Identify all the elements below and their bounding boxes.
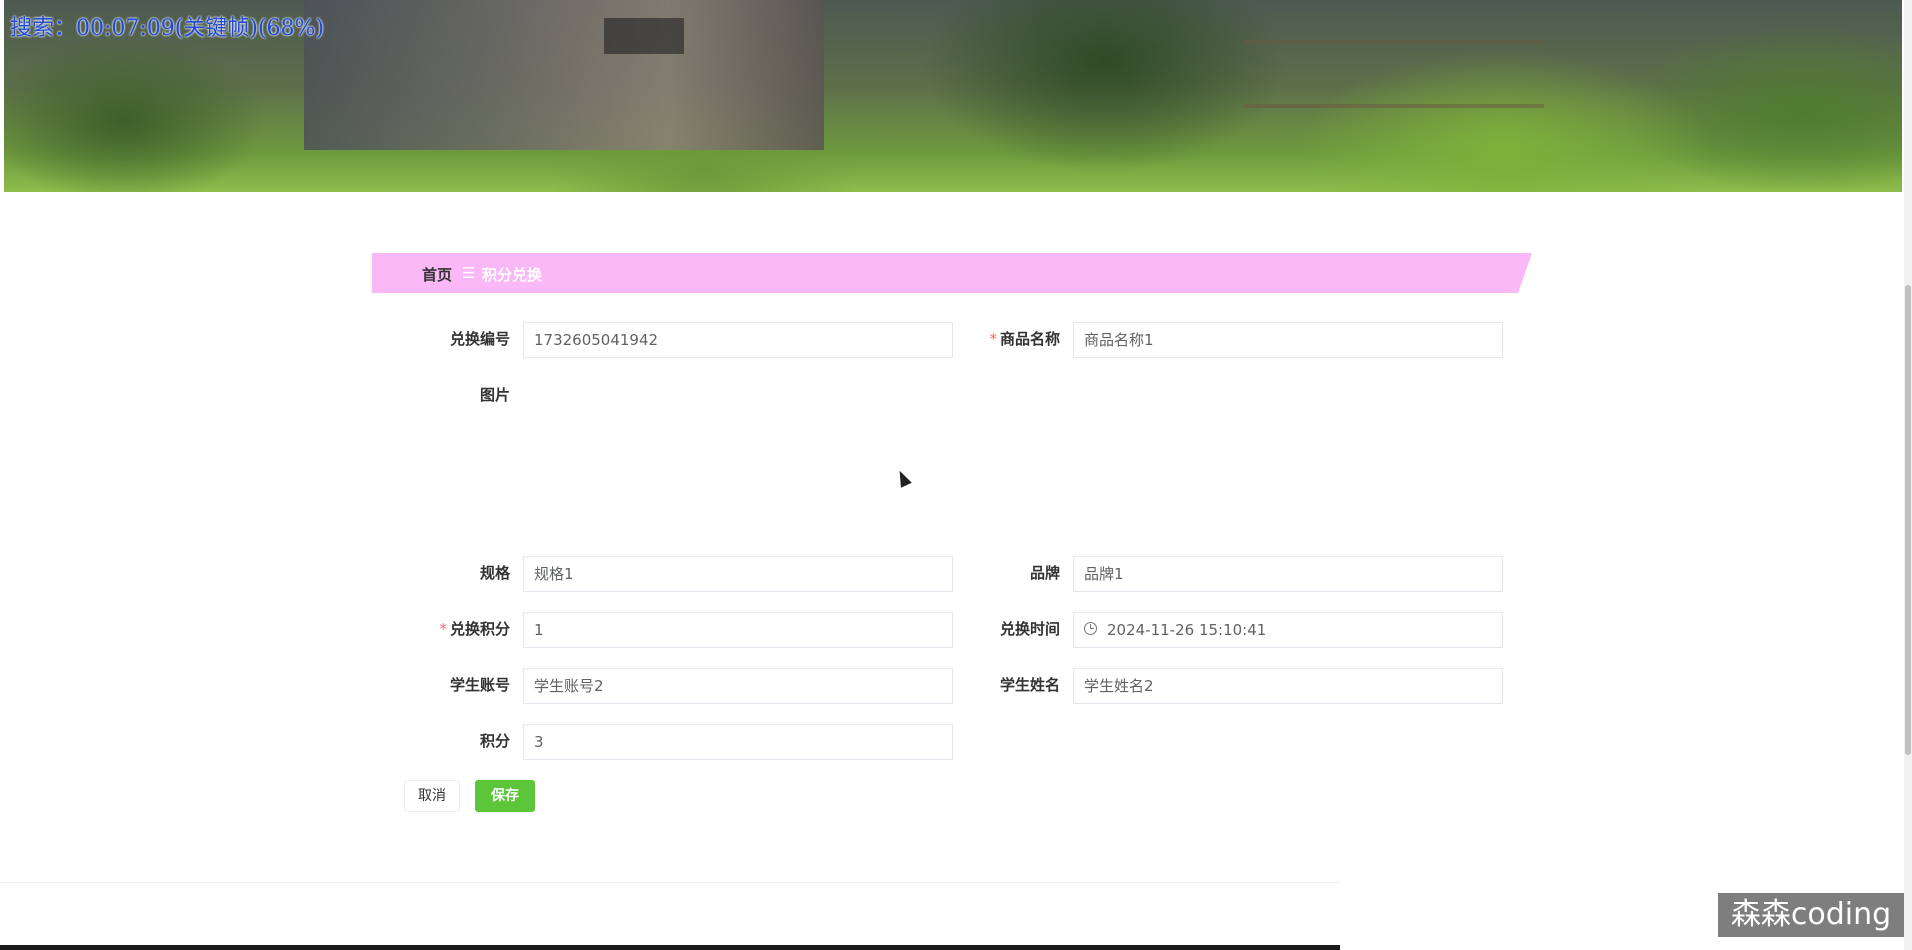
student-name-field[interactable]: 学生姓名2	[1073, 668, 1503, 704]
cancel-button[interactable]: 取消	[404, 780, 460, 812]
image-label: 图片	[479, 386, 510, 404]
watermark-label: 森森coding	[1718, 893, 1904, 937]
brand-field[interactable]: 品牌1	[1073, 556, 1503, 592]
banner-fence	[1244, 40, 1544, 108]
breadcrumb-current: 积分兑换	[482, 266, 543, 284]
points-used-field[interactable]: 1	[523, 612, 953, 648]
product-name-field[interactable]: 商品名称1	[1073, 322, 1503, 358]
save-button[interactable]: 保存	[475, 780, 535, 812]
clock-icon	[1084, 622, 1097, 635]
banner-building	[304, 0, 824, 150]
student-account-label: 学生账号	[449, 676, 510, 694]
exchange-no-field[interactable]: 1732605041942	[523, 322, 953, 358]
student-account-field[interactable]: 学生账号2	[523, 668, 953, 704]
exchange-time-value: 2024-11-26 15:10:41	[1107, 621, 1267, 639]
exchange-time-label: 兑换时间	[999, 620, 1060, 638]
points-used-label: * 兑换积分	[439, 620, 510, 638]
breadcrumb-bar	[372, 253, 1532, 293]
banner-roof	[604, 18, 684, 54]
spec-field[interactable]: 规格1	[523, 556, 953, 592]
footer-bar	[0, 945, 1340, 950]
footer-divider	[0, 882, 1340, 883]
exchange-time-field[interactable]: 2024-11-26 15:10:41	[1073, 612, 1503, 648]
video-search-overlay: 搜索：00:07:09(关键帧)(68%)	[10, 16, 325, 41]
required-mark: *	[439, 620, 447, 638]
points-label: 积分	[479, 732, 510, 750]
points-field[interactable]: 3	[523, 724, 953, 760]
image-upload-area[interactable]	[523, 380, 1503, 540]
student-name-label: 学生姓名	[999, 676, 1060, 694]
exchange-no-label: 兑换编号	[449, 330, 510, 348]
brand-label: 品牌	[1029, 564, 1060, 582]
product-name-label: * 商品名称	[989, 330, 1060, 348]
spec-label: 规格	[479, 564, 510, 582]
breadcrumb-home[interactable]: 首页	[422, 264, 452, 285]
scrollbar-thumb[interactable]	[1905, 285, 1911, 755]
required-mark: *	[989, 330, 997, 348]
breadcrumb-separator-icon: ☰	[462, 264, 476, 282]
